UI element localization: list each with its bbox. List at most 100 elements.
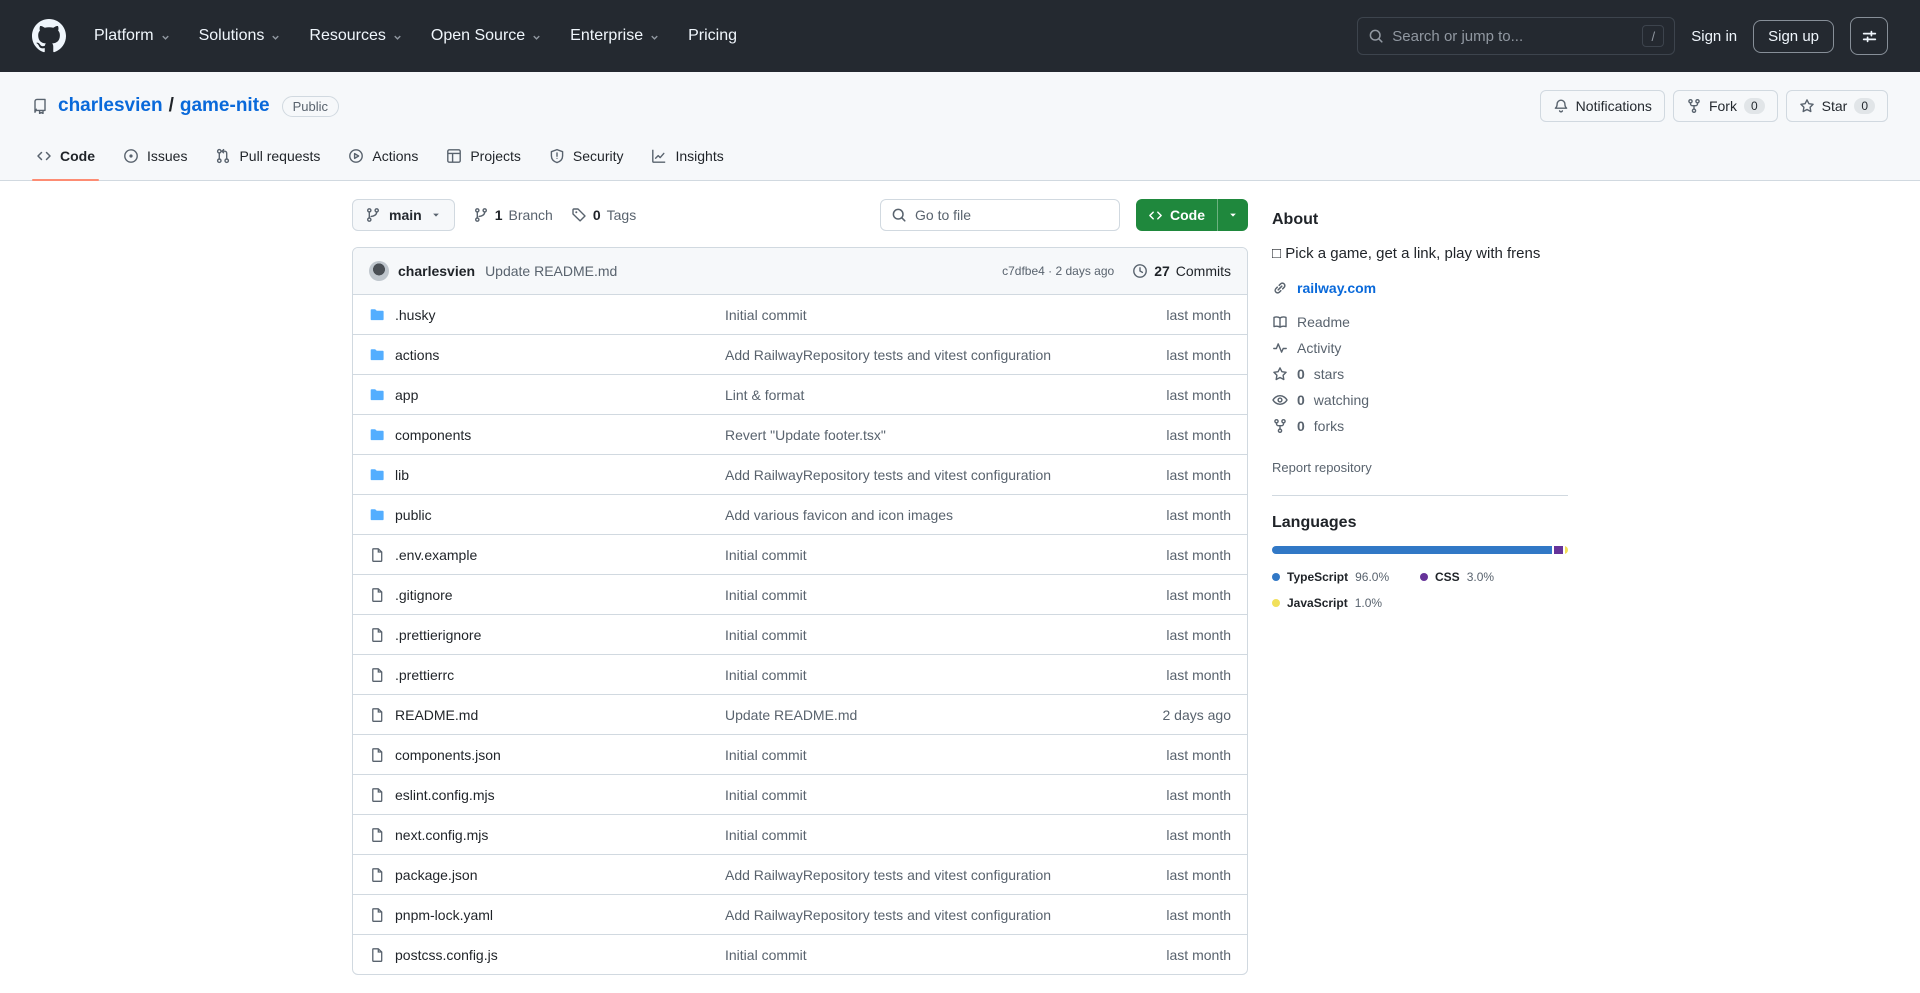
notifications-button[interactable]: Notifications [1539, 90, 1665, 122]
file-commit-date-link[interactable]: last month [1091, 907, 1231, 923]
tab-insights[interactable]: Insights [637, 132, 737, 180]
nav-open-source[interactable]: Open Source [431, 27, 542, 45]
nav-platform[interactable]: Platform [94, 27, 171, 45]
file-commit-message-link[interactable]: Add RailwayRepository tests and vitest c… [725, 907, 1091, 923]
report-repository-link[interactable]: Report repository [1272, 460, 1372, 475]
file-name-link[interactable]: lib [395, 467, 409, 483]
language-legend-item[interactable]: JavaScript 1.0% [1272, 596, 1420, 610]
tab-projects[interactable]: Projects [432, 132, 535, 180]
file-commit-date-link[interactable]: last month [1091, 627, 1231, 643]
nav-label: Enterprise [570, 27, 644, 44]
file-name-link[interactable]: pnpm-lock.yaml [395, 907, 493, 923]
file-commit-message-link[interactable]: Initial commit [725, 627, 1091, 643]
tab-pull-requests[interactable]: Pull requests [201, 132, 334, 180]
file-commit-message-link[interactable]: Initial commit [725, 747, 1091, 763]
commit-message-link[interactable]: Update README.md [485, 263, 617, 279]
file-name-link[interactable]: .husky [395, 307, 435, 323]
file-name-link[interactable]: components [395, 427, 471, 443]
github-logo-icon[interactable] [32, 19, 66, 53]
file-name-link[interactable]: public [395, 507, 432, 523]
file-name-link[interactable]: app [395, 387, 418, 403]
watching-link[interactable]: 0 watching [1272, 392, 1568, 408]
file-name-link[interactable]: components.json [395, 747, 501, 763]
file-commit-message-link[interactable]: Add RailwayRepository tests and vitest c… [725, 347, 1091, 363]
commit-sha-time[interactable]: c7dfbe4 · 2 days ago [1002, 264, 1114, 278]
file-commit-message-link[interactable]: Update README.md [725, 707, 1091, 723]
code-dropdown-button[interactable]: Code [1136, 199, 1248, 231]
nav-enterprise[interactable]: Enterprise [570, 27, 660, 45]
fork-button[interactable]: Fork 0 [1672, 90, 1778, 122]
file-commit-date-link[interactable]: last month [1091, 347, 1231, 363]
sign-in-link[interactable]: Sign in [1691, 28, 1737, 45]
file-commit-message-link[interactable]: Add RailwayRepository tests and vitest c… [725, 867, 1091, 883]
go-to-file-input[interactable]: Go to file [880, 199, 1120, 231]
file-commit-message-link[interactable]: Initial commit [725, 947, 1091, 963]
nav-solutions[interactable]: Solutions [199, 27, 282, 45]
repo-owner-link[interactable]: charlesvien [58, 95, 163, 117]
commit-history-link[interactable]: 27 Commits [1132, 263, 1231, 279]
language-legend-item[interactable]: CSS 3.0% [1420, 570, 1568, 584]
tab-issues[interactable]: Issues [109, 132, 201, 180]
file-commit-date-link[interactable]: last month [1091, 747, 1231, 763]
file-name-link[interactable]: .prettierignore [395, 627, 481, 643]
file-name-link[interactable]: package.json [395, 867, 478, 883]
file-commit-message-link[interactable]: Lint & format [725, 387, 1091, 403]
forks-link[interactable]: 0 forks [1272, 418, 1568, 434]
activity-link[interactable]: Activity [1272, 340, 1568, 356]
readme-link[interactable]: Readme [1272, 314, 1568, 330]
file-commit-message-link[interactable]: Add RailwayRepository tests and vitest c… [725, 467, 1091, 483]
file-name-link[interactable]: eslint.config.mjs [395, 787, 495, 803]
commit-author-avatar[interactable] [369, 261, 389, 281]
search-input[interactable]: Search or jump to... / [1357, 17, 1676, 55]
commit-author-link[interactable]: charlesvien [398, 263, 475, 279]
languages-bar[interactable] [1272, 546, 1568, 554]
file-commit-date-link[interactable]: last month [1091, 867, 1231, 883]
file-commit-message-link[interactable]: Add various favicon and icon images [725, 507, 1091, 523]
command-palette-button[interactable] [1850, 17, 1888, 55]
file-name-link[interactable]: next.config.mjs [395, 827, 488, 843]
file-commit-message-link[interactable]: Initial commit [725, 827, 1091, 843]
file-commit-date-link[interactable]: 2 days ago [1091, 707, 1232, 723]
repo-name-link[interactable]: game-nite [180, 95, 270, 117]
language-legend-item[interactable]: TypeScript 96.0% [1272, 570, 1420, 584]
file-name-link[interactable]: .prettierrc [395, 667, 454, 683]
tab-label: Actions [372, 148, 419, 164]
branch-selector[interactable]: main [352, 199, 455, 231]
tab-code[interactable]: Code [22, 132, 109, 181]
file-name-link[interactable]: .env.example [395, 547, 477, 563]
code-dropdown-caret[interactable] [1217, 199, 1248, 231]
file-commit-message-link[interactable]: Initial commit [725, 587, 1091, 603]
file-commit-date-link[interactable]: last month [1091, 467, 1231, 483]
tab-security[interactable]: Security [535, 132, 638, 180]
file-commit-message-link[interactable]: Revert "Update footer.tsx" [725, 427, 1091, 443]
file-type-icon [369, 747, 385, 763]
file-commit-date-link[interactable]: last month [1091, 427, 1231, 443]
nav-pricing[interactable]: Pricing [688, 27, 737, 45]
star-button[interactable]: Star 0 [1785, 90, 1888, 122]
file-commit-date-link[interactable]: last month [1091, 387, 1231, 403]
file-commit-date-link[interactable]: last month [1091, 667, 1231, 683]
file-name-link[interactable]: README.md [395, 707, 478, 723]
file-commit-date-link[interactable]: last month [1091, 307, 1231, 323]
file-commit-date-link[interactable]: last month [1091, 587, 1231, 603]
file-name-link[interactable]: postcss.config.js [395, 947, 498, 963]
file-name-link[interactable]: .gitignore [395, 587, 453, 603]
tags-link[interactable]: 0 Tags [571, 207, 636, 223]
file-commit-date-link[interactable]: last month [1091, 947, 1231, 963]
file-commit-date-link[interactable]: last month [1091, 547, 1231, 563]
file-commit-date-link[interactable]: last month [1091, 827, 1231, 843]
file-commit-message-link[interactable]: Initial commit [725, 307, 1091, 323]
nav-resources[interactable]: Resources [309, 27, 402, 45]
file-commit-message-link[interactable]: Initial commit [725, 547, 1091, 563]
sign-up-button[interactable]: Sign up [1753, 19, 1834, 53]
file-commit-date-link[interactable]: last month [1091, 787, 1231, 803]
file-commit-date-link[interactable]: last month [1091, 507, 1231, 523]
repo-website-link[interactable]: railway.com [1272, 280, 1568, 296]
git-branch-icon [474, 208, 487, 222]
stars-link[interactable]: 0 stars [1272, 366, 1568, 382]
tab-actions[interactable]: Actions [334, 132, 432, 180]
branches-link[interactable]: 1 Branch [473, 207, 553, 223]
file-commit-message-link[interactable]: Initial commit [725, 787, 1091, 803]
file-name-link[interactable]: actions [395, 347, 439, 363]
file-commit-message-link[interactable]: Initial commit [725, 667, 1091, 683]
